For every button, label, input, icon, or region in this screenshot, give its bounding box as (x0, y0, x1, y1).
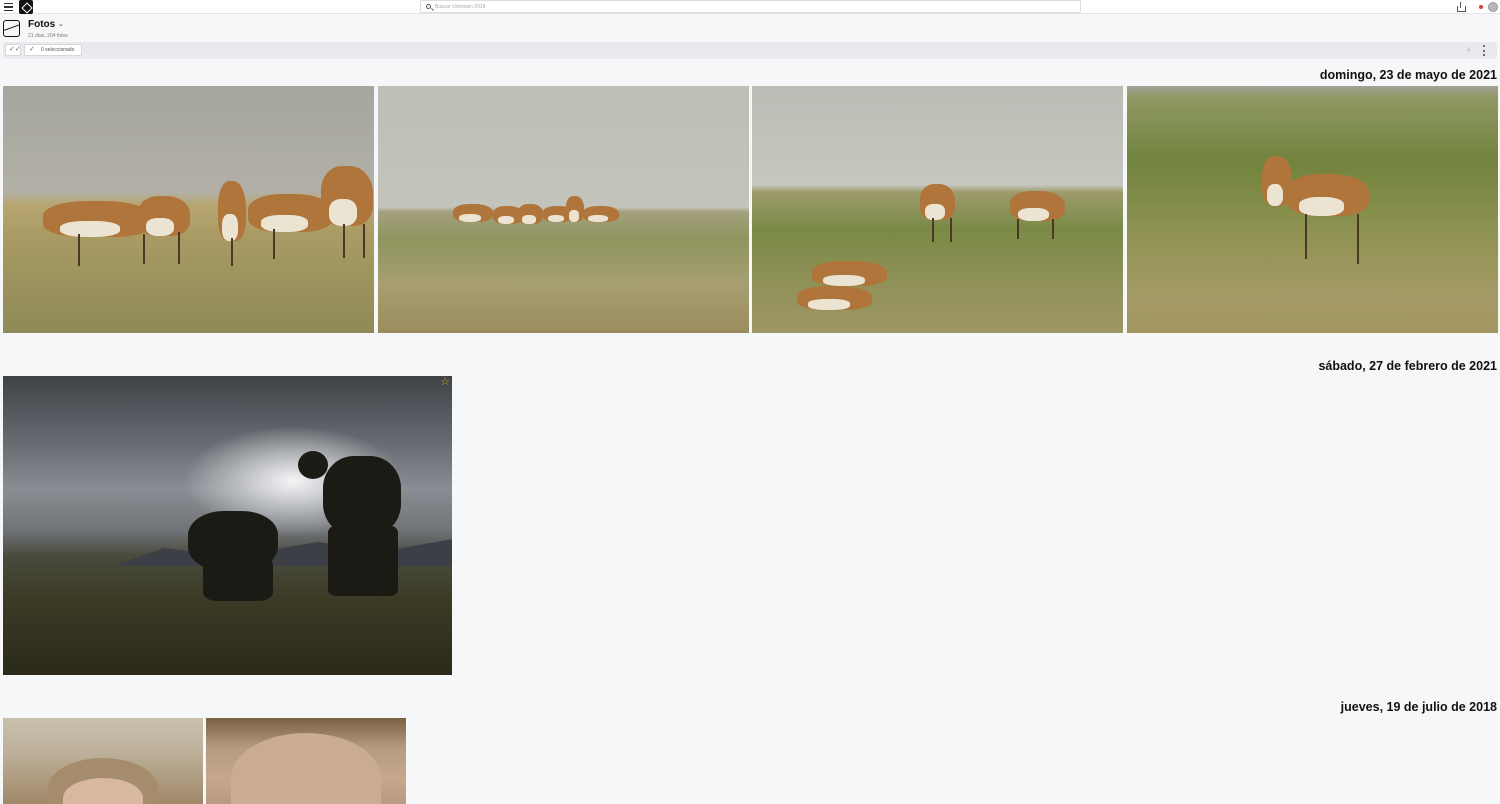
kebab-icon[interactable] (1483, 45, 1486, 56)
selection-toolbar: ✓✓ ✓ 0 seleccionado + (3, 42, 1497, 59)
album-icon (3, 20, 20, 37)
double-check-icon: ✓✓ (9, 46, 21, 53)
check-icon: ✓ (29, 46, 35, 53)
plus-icon[interactable]: + (1466, 45, 1471, 55)
avatar[interactable] (1488, 2, 1498, 12)
status-dot (1479, 5, 1483, 9)
selection-count-label: 0 seleccionado (41, 47, 75, 53)
share-icon[interactable] (1456, 2, 1466, 12)
search-bar[interactable] (420, 0, 1081, 13)
photo-thumbnail[interactable] (1127, 86, 1498, 333)
selection-count-button[interactable]: ✓ 0 seleccionado (24, 44, 82, 56)
star-icon[interactable]: ☆ (440, 376, 450, 388)
menu-icon[interactable] (4, 3, 13, 11)
app-logo[interactable] (19, 0, 33, 14)
photo-thumbnail[interactable] (206, 718, 406, 804)
top-bar (0, 0, 1500, 14)
page-subtitle: 21 días, 204 fotos (28, 33, 68, 39)
search-input[interactable] (435, 1, 1035, 12)
photo-thumbnail[interactable] (378, 86, 749, 333)
date-heading: jueves, 19 de julio de 2018 (1340, 700, 1497, 714)
photo-thumbnail[interactable]: ☆ (3, 376, 452, 675)
search-icon (426, 4, 431, 9)
page-title[interactable]: Fotos (28, 19, 55, 30)
date-heading: domingo, 23 de mayo de 2021 (1319, 68, 1497, 82)
chevron-down-icon[interactable]: ⌄ (58, 20, 64, 28)
photo-thumbnail[interactable] (752, 86, 1123, 333)
photo-thumbnail[interactable] (3, 718, 203, 804)
select-all-button[interactable]: ✓✓ (5, 44, 21, 56)
date-heading: sábado, 27 de febrero de 2021 (1318, 359, 1497, 373)
photo-thumbnail[interactable] (3, 86, 374, 333)
